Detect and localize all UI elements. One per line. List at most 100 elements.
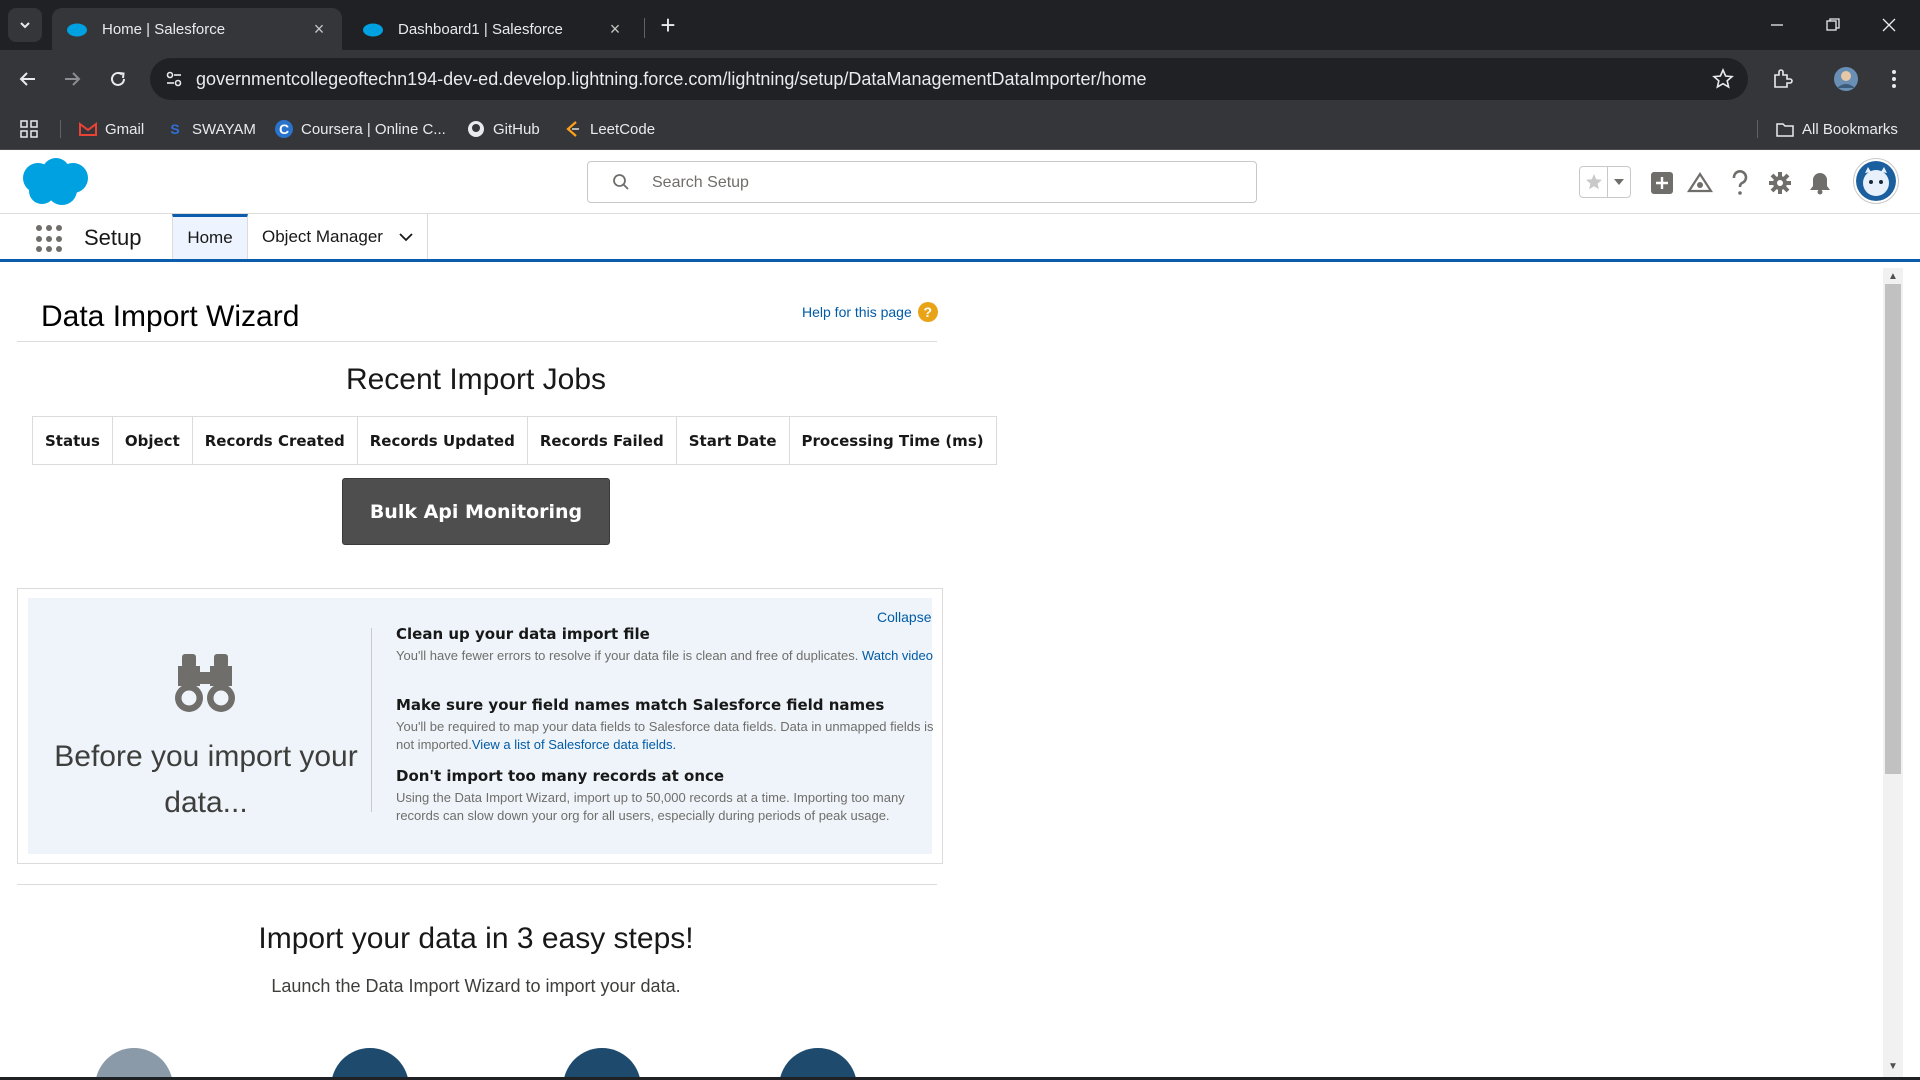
bulk-api-monitoring-button[interactable]: Bulk Api Monitoring — [342, 478, 610, 545]
column-header[interactable]: Processing Time (ms) — [788, 416, 997, 465]
back-button[interactable] — [12, 63, 44, 95]
app-launcher-button[interactable] — [36, 225, 64, 253]
tip-body: You'll be required to map your data fiel… — [396, 718, 936, 754]
salesforce-global-header — [0, 150, 1920, 214]
bookmark-leetcode[interactable]: LeetCode — [564, 117, 655, 141]
browser-tab-dashboard[interactable]: Dashboard1 | Salesforce × — [348, 8, 638, 50]
swayam-icon: S — [170, 121, 180, 137]
bookmark-label: All Bookmarks — [1802, 120, 1898, 138]
all-bookmarks[interactable]: All Bookmarks — [1776, 117, 1898, 141]
close-tab-icon[interactable]: × — [310, 19, 328, 40]
recent-jobs-table: Status Object Records Created Records Up… — [32, 416, 997, 465]
salesforce-logo[interactable] — [18, 156, 92, 208]
chevron-down-icon[interactable] — [399, 232, 413, 242]
app-name: Setup — [84, 225, 142, 250]
collapse-link[interactable]: Collapse — [877, 609, 931, 625]
bookmark-gmail[interactable]: Gmail — [79, 117, 144, 141]
column-header[interactable]: Object — [111, 416, 193, 465]
apps-grid-icon — [20, 120, 38, 138]
leetcode-icon — [564, 120, 582, 138]
trailhead-button[interactable] — [1685, 168, 1715, 198]
tip-body: Using the Data Import Wizard, import up … — [396, 789, 936, 825]
scroll-up-arrow-icon[interactable]: ▲ — [1887, 272, 1899, 282]
apps-shortcut[interactable] — [20, 117, 38, 141]
salesforce-favicon-icon — [67, 23, 87, 36]
help-question-icon: ? — [917, 302, 938, 322]
tab-search-button[interactable] — [8, 8, 42, 42]
favorite-button[interactable] — [1580, 167, 1608, 197]
add-icon — [1651, 172, 1673, 194]
search-input[interactable] — [652, 170, 1232, 196]
minimize-button[interactable] — [1754, 10, 1800, 40]
help-for-this-page-link[interactable]: Help for this page ? — [802, 302, 938, 322]
tab-label: Object Manager — [262, 226, 383, 246]
restore-button[interactable] — [1810, 10, 1856, 40]
bookmark-separator — [1757, 120, 1758, 138]
bookmarks-bar: Gmail S SWAYAM C Coursera | Online C... … — [0, 108, 1920, 150]
caret-down-icon — [1614, 179, 1624, 185]
watch-video-link[interactable]: Watch video — [862, 648, 933, 663]
browser-menu-button[interactable] — [1878, 63, 1910, 95]
bookmark-github[interactable]: GitHub — [467, 117, 540, 141]
tip-title: Clean up your data import file — [396, 625, 650, 643]
browser-tab-home[interactable]: Home | Salesforce × — [52, 8, 342, 50]
column-header[interactable]: Records Created — [191, 416, 358, 465]
site-info-icon[interactable] — [164, 69, 184, 89]
column-header[interactable]: Status — [32, 416, 113, 465]
arrow-right-icon — [65, 72, 81, 86]
close-tab-icon[interactable]: × — [606, 19, 624, 40]
user-avatar[interactable] — [1854, 159, 1898, 203]
global-actions-button[interactable] — [1647, 168, 1677, 198]
setup-gear-button[interactable] — [1765, 168, 1795, 198]
favorites-list-button[interactable] — [1608, 167, 1630, 197]
profile-button[interactable] — [1830, 63, 1862, 95]
scroll-down-arrow-icon[interactable]: ▼ — [1887, 1062, 1899, 1072]
section-divider — [17, 884, 937, 885]
notifications-button[interactable] — [1805, 168, 1835, 198]
page-title: Data Import Wizard — [41, 300, 300, 333]
tip-title: Don't import too many records at once — [396, 767, 725, 785]
recent-import-jobs-heading: Recent Import Jobs — [345, 363, 607, 396]
tip-field-names: Make sure your field names match Salesfo… — [396, 696, 936, 754]
forward-button[interactable] — [56, 63, 88, 95]
bookmark-label: LeetCode — [590, 120, 656, 138]
bookmark-star-icon[interactable] — [1712, 68, 1734, 90]
address-bar[interactable]: governmentcollegeoftechn194-dev-ed.devel… — [150, 58, 1748, 100]
bell-icon — [1810, 173, 1830, 195]
kebab-menu-icon — [1892, 70, 1896, 88]
close-window-button[interactable] — [1866, 10, 1912, 40]
setup-navigation-bar: Setup Home Object Manager — [0, 214, 1920, 262]
bookmark-coursera[interactable]: C Coursera | Online C... — [275, 117, 446, 141]
reload-button[interactable] — [102, 63, 134, 95]
salesforce-data-fields-link[interactable]: View a list of Salesforce data fields. — [472, 737, 676, 752]
minimize-icon — [1771, 24, 1783, 26]
column-header[interactable]: Records Updated — [356, 416, 528, 465]
tab-home[interactable]: Home — [172, 214, 248, 259]
extensions-button[interactable] — [1766, 63, 1798, 95]
arrow-left-icon — [19, 72, 35, 86]
bookmark-swayam[interactable]: S SWAYAM — [166, 117, 256, 141]
astro-avatar-icon — [1856, 161, 1896, 201]
github-icon — [467, 120, 485, 138]
search-icon — [613, 174, 629, 190]
tip-clean-up: Clean up your data import file You'll ha… — [396, 625, 936, 665]
browser-tab-bar: Home | Salesforce × Dashboard1 | Salesfo… — [0, 0, 1920, 50]
column-header[interactable]: Start Date — [675, 416, 790, 465]
browser-toolbar: governmentcollegeoftechn194-dev-ed.devel… — [0, 50, 1920, 108]
tab-label: Home — [187, 228, 233, 247]
bookmark-separator — [60, 120, 61, 138]
before-you-import-heading: Before you import your data... — [54, 740, 358, 819]
scrollbar-thumb[interactable] — [1885, 284, 1901, 774]
tab-object-manager[interactable]: Object Manager — [248, 214, 428, 259]
new-tab-button[interactable]: + — [654, 12, 682, 40]
help-button[interactable] — [1725, 168, 1755, 198]
tips-divider — [371, 628, 372, 812]
favorites-group — [1579, 166, 1631, 198]
star-icon — [1585, 174, 1602, 190]
salesforce-favicon-icon — [363, 23, 383, 36]
column-header[interactable]: Records Failed — [526, 416, 677, 465]
restore-icon — [1826, 18, 1840, 31]
trailhead-icon — [1687, 171, 1713, 193]
setup-search[interactable] — [587, 161, 1257, 203]
coursera-icon: C — [275, 120, 293, 138]
